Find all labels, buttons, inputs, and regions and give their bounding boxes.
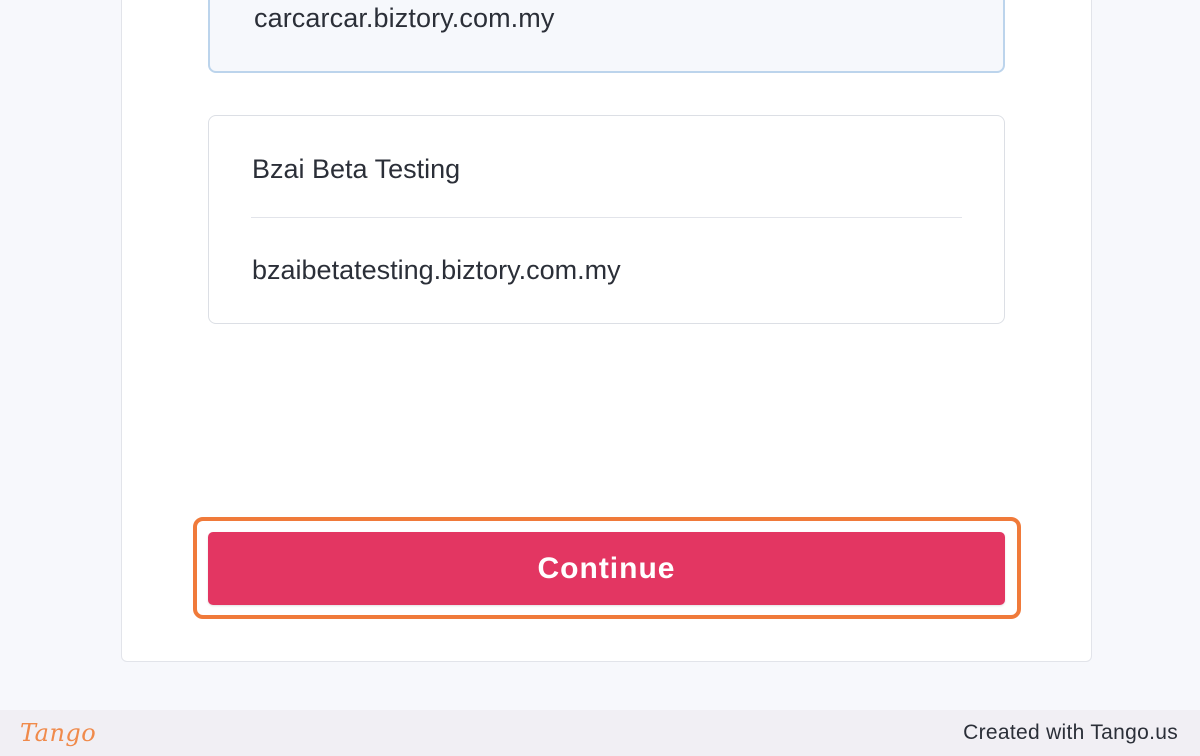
continue-button[interactable]: Continue xyxy=(208,532,1005,605)
company-domain: carcarcar.biztory.com.my xyxy=(254,3,555,33)
company-card-carcarcar[interactable]: carcarcar.biztory.com.my xyxy=(208,0,1005,73)
tango-footer: Tango Created with Tango.us xyxy=(0,710,1200,756)
tango-logo[interactable]: Tango xyxy=(20,719,96,747)
card-divider xyxy=(251,217,962,218)
company-domain: bzaibetatesting.biztory.com.my xyxy=(252,255,621,285)
company-name: Bzai Beta Testing xyxy=(252,154,461,184)
company-card-bzai-beta-testing[interactable]: Bzai Beta Testing bzaibetatesting.biztor… xyxy=(208,115,1005,324)
created-with-text: Created with Tango.us xyxy=(963,721,1178,744)
